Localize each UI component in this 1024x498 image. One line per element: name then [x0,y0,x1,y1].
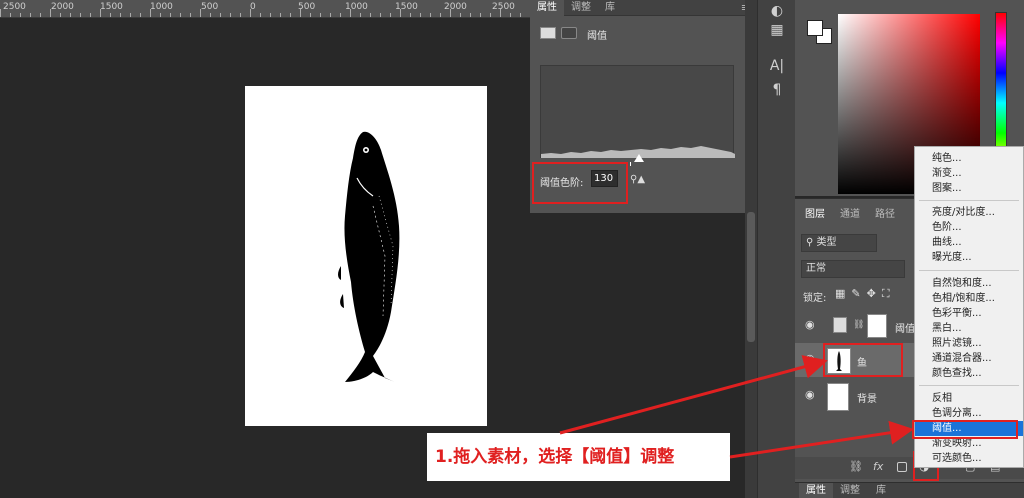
photoshop-window: 2500 2000 1500 1000 500 0 500 1000 1500 … [0,0,1024,498]
arrow-to-threshold-item [729,420,914,459]
annotation-arrows [559,355,914,459]
arrow-to-fish-layer [559,355,828,435]
